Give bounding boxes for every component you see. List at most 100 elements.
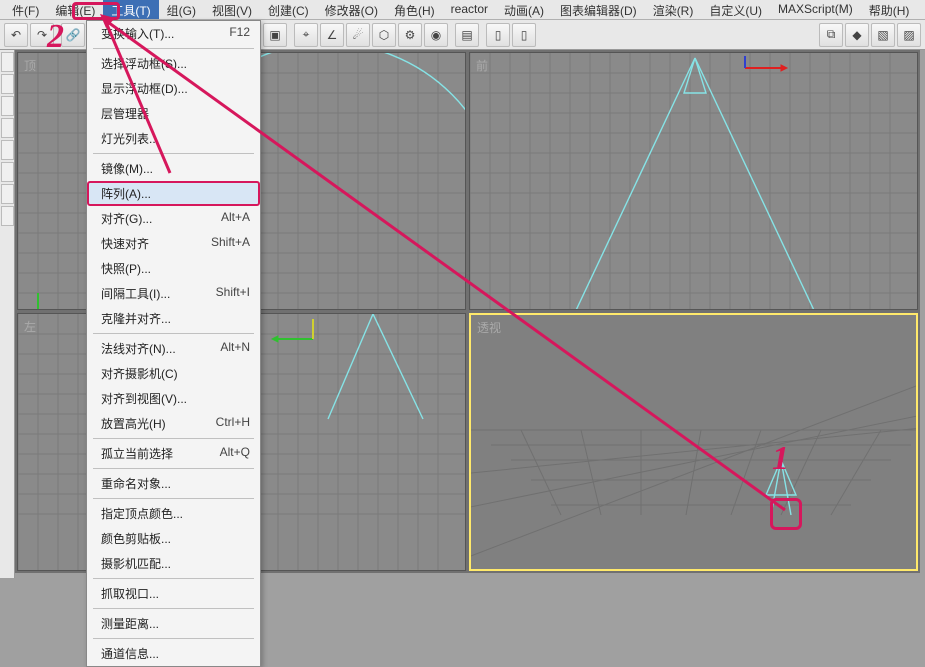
viewport-perspective[interactable]: 透视 bbox=[469, 313, 918, 571]
menu-item-shortcut: F12 bbox=[229, 25, 250, 42]
left-tool-button[interactable] bbox=[1, 96, 14, 116]
menu-item-label: 摄影机匹配... bbox=[101, 555, 171, 572]
menu-item[interactable]: 孤立当前选择Alt+Q bbox=[87, 441, 260, 466]
menu-item-label: 快速对齐 bbox=[101, 235, 149, 252]
toolbar-angle-icon[interactable]: ∠ bbox=[320, 23, 344, 47]
viewport-front[interactable]: 前 bbox=[469, 52, 918, 310]
menu-separator bbox=[93, 608, 254, 609]
menu-item-label: 孤立当前选择 bbox=[101, 445, 173, 462]
menu-item[interactable]: 对齐到视图(V)... bbox=[87, 386, 260, 411]
menu-item-label: 显示浮动框(D)... bbox=[101, 80, 188, 97]
menu-separator bbox=[93, 638, 254, 639]
menu-item-label: 通道信息... bbox=[101, 645, 159, 662]
annotation-number-2: 2 bbox=[47, 18, 64, 56]
menu-item[interactable]: 抓取视口... bbox=[87, 581, 260, 606]
toolbar-separator bbox=[289, 23, 292, 47]
menu-item-shortcut: Ctrl+H bbox=[216, 415, 250, 432]
menu-item[interactable]: 灯光列表... bbox=[87, 126, 260, 151]
toolbar-button[interactable]: ⚙ bbox=[398, 23, 422, 47]
left-tool-button[interactable] bbox=[1, 52, 14, 72]
menu-item[interactable]: 角色(H) bbox=[386, 0, 443, 19]
menu-item[interactable]: 摄影机匹配... bbox=[87, 551, 260, 576]
menu-item[interactable]: 颜色剪贴板... bbox=[87, 526, 260, 551]
toolbar-layers-icon[interactable]: ▤ bbox=[455, 23, 479, 47]
menu-item[interactable]: 组(G) bbox=[159, 0, 204, 19]
menu-item[interactable]: 快速对齐Shift+A bbox=[87, 231, 260, 256]
menu-separator bbox=[93, 468, 254, 469]
toolbar-undo-icon[interactable]: ↶ bbox=[4, 23, 28, 47]
left-tool-button[interactable] bbox=[1, 74, 14, 94]
menu-item[interactable]: 重命名对象... bbox=[87, 471, 260, 496]
menu-item-label: 颜色剪贴板... bbox=[101, 530, 171, 547]
toolbar-mirror-icon[interactable]: ⧉ bbox=[819, 23, 843, 47]
menu-item-shortcut: Shift+I bbox=[216, 285, 250, 302]
menu-separator bbox=[93, 333, 254, 334]
toolbar-pivot-icon[interactable]: ▣ bbox=[263, 23, 287, 47]
toolbar-align-icon[interactable]: ◆ bbox=[845, 23, 869, 47]
menu-item-shortcut: Alt+N bbox=[220, 340, 250, 357]
menu-item[interactable]: 显示浮动框(D)... bbox=[87, 76, 260, 101]
toolbar-button[interactable]: ▧ bbox=[871, 23, 895, 47]
menu-item[interactable]: 测量距离... bbox=[87, 611, 260, 636]
menu-item-label: 指定顶点颜色... bbox=[101, 505, 183, 522]
menubar: 件(F)编辑(E)工具(T)组(G)视图(V)创建(C)修改器(O)角色(H)r… bbox=[0, 0, 925, 20]
menu-separator bbox=[93, 438, 254, 439]
menu-separator bbox=[93, 48, 254, 49]
viewport-label: 前 bbox=[476, 57, 488, 74]
menu-item[interactable]: 对齐摄影机(C) bbox=[87, 361, 260, 386]
left-tool-button[interactable] bbox=[1, 206, 14, 226]
toolbar-snap-icon[interactable]: ⌖ bbox=[294, 23, 318, 47]
menu-separator bbox=[93, 578, 254, 579]
menu-item[interactable]: 镜像(M)... bbox=[87, 156, 260, 181]
menu-item-label: 对齐(G)... bbox=[101, 210, 152, 227]
toolbar-button[interactable]: ▯ bbox=[512, 23, 536, 47]
menu-item[interactable]: 间隔工具(I)... Shift+I bbox=[87, 281, 260, 306]
menu-item[interactable]: 帮助(H) bbox=[861, 0, 918, 19]
menu-item[interactable]: 指定顶点颜色... bbox=[87, 501, 260, 526]
left-tool-button[interactable] bbox=[1, 140, 14, 160]
toolbar-separator bbox=[450, 23, 453, 47]
menu-item[interactable]: 快照(P)... bbox=[87, 256, 260, 281]
left-tool-button[interactable] bbox=[1, 162, 14, 182]
menu-item[interactable]: 法线对齐(N)... Alt+N bbox=[87, 336, 260, 361]
menu-item[interactable]: 对齐(G)...Alt+A bbox=[87, 206, 260, 231]
menu-item-label: 快照(P)... bbox=[101, 260, 151, 277]
menu-item[interactable]: 图表编辑器(D) bbox=[552, 0, 645, 19]
menu-item-label: 间隔工具(I)... bbox=[101, 285, 170, 302]
viewport-label: 透视 bbox=[477, 319, 501, 336]
menu-item[interactable]: MAXScript(M) bbox=[770, 0, 861, 19]
left-tool-button[interactable] bbox=[1, 184, 14, 204]
menu-item[interactable]: 视图(V) bbox=[204, 0, 260, 19]
menu-item[interactable]: 放置高光(H) Ctrl+H bbox=[87, 411, 260, 436]
menu-item-label: 放置高光(H) bbox=[101, 415, 166, 432]
toolbar-button[interactable]: ◉ bbox=[424, 23, 448, 47]
viewport-label: 顶 bbox=[24, 57, 36, 74]
annotation-highlight-box bbox=[770, 498, 802, 530]
menu-item[interactable]: 修改器(O) bbox=[317, 0, 386, 19]
toolbar-button[interactable]: ⬡ bbox=[372, 23, 396, 47]
menu-item-label: 选择浮动框(S)... bbox=[101, 55, 187, 72]
toolbar-button[interactable]: ▨ bbox=[897, 23, 921, 47]
menu-item[interactable]: 通道信息... bbox=[87, 641, 260, 666]
menu-item-label: 变换输入(T)... bbox=[101, 25, 174, 42]
menu-item-label: 阵列(A)... bbox=[101, 185, 151, 202]
toolbar-link-icon[interactable]: 🔗 bbox=[61, 23, 85, 47]
left-toolbar bbox=[0, 50, 15, 578]
menu-item[interactable]: 选择浮动框(S)... bbox=[87, 51, 260, 76]
menu-item[interactable]: 创建(C) bbox=[260, 0, 317, 19]
menu-item[interactable]: reactor bbox=[443, 0, 496, 19]
left-tool-button[interactable] bbox=[1, 118, 14, 138]
menu-item[interactable]: 阵列(A)... bbox=[87, 181, 260, 206]
menu-item-label: 测量距离... bbox=[101, 615, 159, 632]
menu-item[interactable]: 自定义(U) bbox=[701, 0, 770, 19]
toolbar-button[interactable]: ☄ bbox=[346, 23, 370, 47]
menu-item[interactable]: 动画(A) bbox=[496, 0, 552, 19]
viewport-label: 左 bbox=[24, 318, 36, 335]
menu-item[interactable]: 克隆并对齐... bbox=[87, 306, 260, 331]
menu-item[interactable]: 渲染(R) bbox=[645, 0, 702, 19]
toolbar-button[interactable]: ▯ bbox=[486, 23, 510, 47]
menu-item[interactable]: 变换输入(T)... F12 bbox=[87, 21, 260, 46]
menu-item[interactable]: 层管理器 bbox=[87, 101, 260, 126]
menu-item-label: 法线对齐(N)... bbox=[101, 340, 176, 357]
menu-item[interactable]: 件(F) bbox=[4, 0, 47, 19]
